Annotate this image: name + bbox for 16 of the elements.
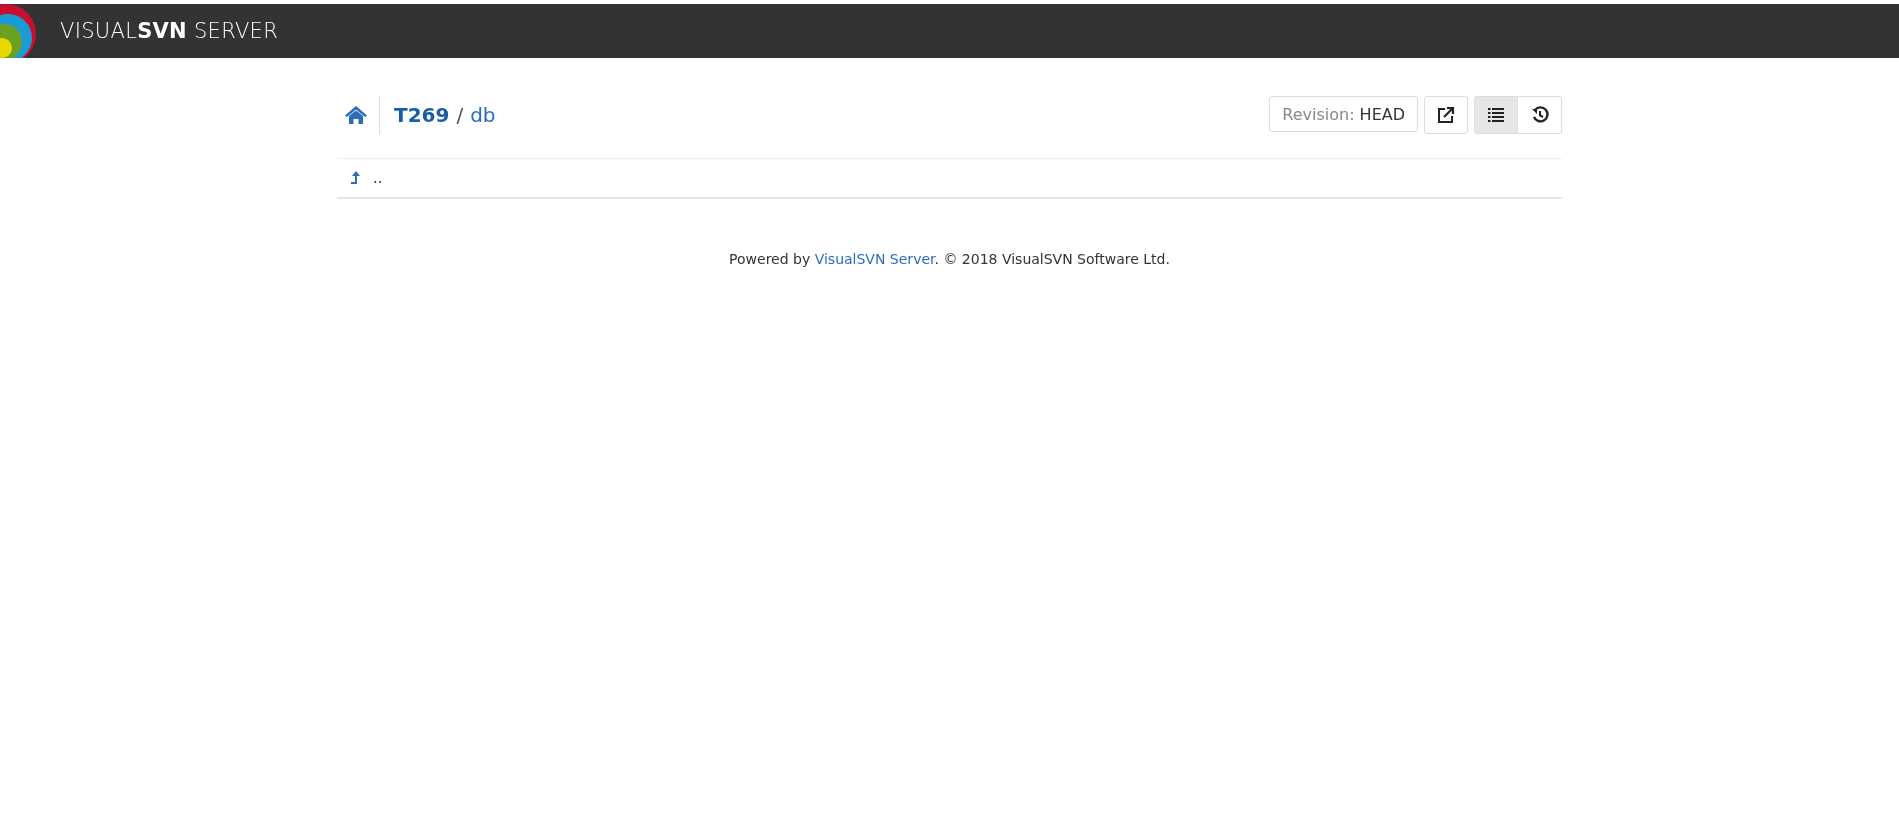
- breadcrumb-separator: /: [456, 103, 464, 127]
- logo-text[interactable]: VISUALSVN SERVER: [60, 19, 279, 43]
- revision-button[interactable]: Revision: HEAD: [1269, 96, 1418, 132]
- up-arrow-icon: [349, 170, 363, 186]
- list-icon: [1487, 106, 1505, 124]
- history-view-button[interactable]: [1518, 96, 1562, 134]
- footer-link[interactable]: VisualSVN Server: [814, 251, 935, 267]
- open-external-button[interactable]: [1424, 96, 1468, 134]
- home-icon: [345, 105, 367, 125]
- folder-link[interactable]: db: [470, 103, 496, 127]
- external-link-icon: [1437, 106, 1455, 124]
- footer-text: Powered by VisualSVN Server. © 2018 VisualSVN Software Ltd.: [728, 251, 1171, 267]
- repository-link[interactable]: T269: [394, 103, 450, 127]
- history-icon: [1530, 106, 1549, 124]
- list-view-button[interactable]: [1474, 96, 1518, 134]
- parent-folder-link[interactable]: ..: [373, 169, 383, 187]
